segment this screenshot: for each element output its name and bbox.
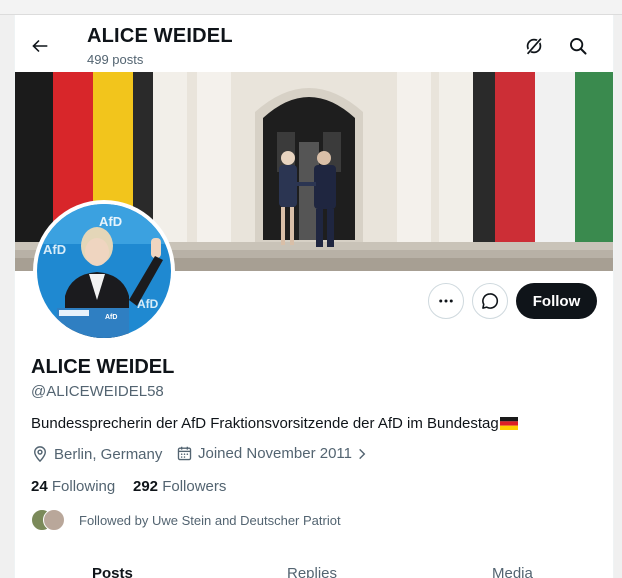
header-post-count: 499 posts — [87, 52, 144, 67]
message-icon — [482, 293, 499, 309]
message-button[interactable] — [472, 283, 508, 319]
profile-location: Berlin, Germany — [31, 445, 162, 463]
profile-avatar[interactable]: AfD AfD AfD AfD — [33, 200, 175, 342]
follower-avatar — [43, 509, 65, 531]
svg-text:AfD: AfD — [43, 242, 66, 257]
follow-button[interactable]: Follow — [516, 283, 597, 319]
following-label: Following — [51, 478, 116, 495]
following-link[interactable]: 24 Following — [31, 478, 115, 495]
profile-handle: @ALICEWEIDEL58 — [31, 383, 164, 400]
followers-label: Followers — [162, 478, 227, 495]
followers-count: 292 — [133, 478, 159, 495]
followers-link[interactable]: 292 Followers — [133, 478, 226, 495]
profile-tabs: Posts Replies Media — [15, 565, 613, 578]
browser-top-strip — [0, 0, 622, 15]
more-icon — [439, 299, 453, 303]
search-button[interactable] — [567, 35, 589, 57]
profile-bio-text: Bundessprecherin der AfD Fraktionsvorsit… — [31, 415, 499, 432]
grok-button[interactable] — [523, 35, 545, 57]
tab-media[interactable]: Media — [492, 565, 533, 578]
profile-header: ALICE WEIDEL 499 posts — [15, 15, 613, 72]
calendar-icon — [177, 446, 192, 461]
svg-text:AfD: AfD — [105, 314, 117, 321]
more-button[interactable] — [428, 283, 464, 319]
following-count: 24 — [31, 478, 48, 495]
german-flag-emoji — [499, 417, 518, 430]
back-arrow-icon — [32, 39, 48, 53]
chevron-right-icon — [359, 448, 366, 459]
header-name: ALICE WEIDEL — [87, 25, 233, 47]
location-icon — [34, 446, 46, 463]
followed-by[interactable]: Followed by Uwe Stein and Deutscher Patr… — [31, 509, 341, 531]
profile-panel: ALICE WEIDEL 499 posts AfD AfD AfD AfD F… — [14, 15, 614, 578]
svg-text:AfD: AfD — [99, 214, 122, 229]
followed-by-avatars — [31, 509, 71, 531]
profile-joined[interactable]: Joined November 2011 — [176, 445, 374, 462]
joined-text: Joined November 2011 — [198, 445, 352, 462]
location-text: Berlin, Germany — [54, 445, 163, 463]
avatar-image: AfD AfD AfD AfD — [37, 204, 171, 338]
tab-replies[interactable]: Replies — [287, 565, 337, 578]
tab-posts[interactable]: Posts — [92, 565, 133, 578]
grok-icon — [525, 37, 543, 55]
search-icon — [570, 38, 587, 55]
profile-bio: Bundessprecherin der AfD Fraktionsvorsit… — [31, 415, 518, 432]
profile-display-name: ALICE WEIDEL — [31, 356, 175, 378]
back-button[interactable] — [29, 35, 51, 57]
followed-by-text: Followed by Uwe Stein and Deutscher Patr… — [79, 512, 341, 528]
